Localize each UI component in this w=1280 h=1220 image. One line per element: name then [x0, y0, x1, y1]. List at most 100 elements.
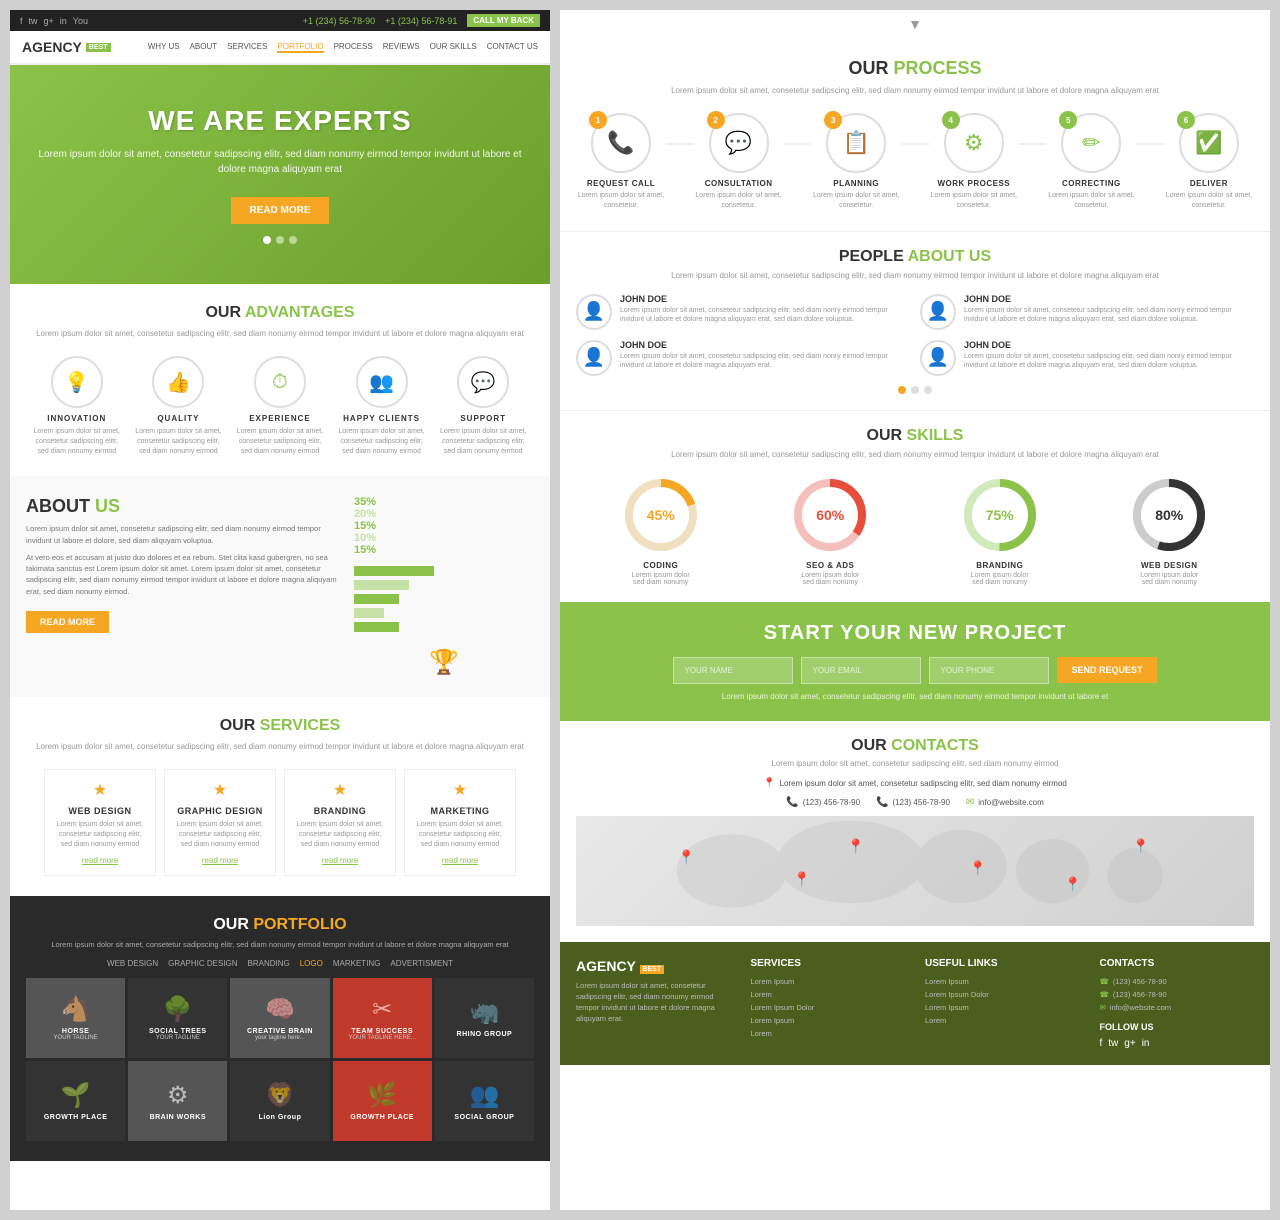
- webdesign-circle: 80%: [1129, 475, 1209, 555]
- creative-brain-label: CREATIVE BRAIN: [247, 1028, 313, 1035]
- phone-input[interactable]: [929, 657, 1049, 684]
- nav-contact[interactable]: CONTACT US: [487, 42, 538, 53]
- social-trees-icon: 🌳: [163, 995, 193, 1024]
- social-yt[interactable]: You: [73, 16, 88, 26]
- portfolio-item-creative-brain[interactable]: 🧠 CREATIVE BRAIN your tagline here...: [230, 978, 329, 1058]
- tab-web-design[interactable]: WEB DESIGN: [107, 959, 158, 968]
- marketing-link[interactable]: read more: [413, 856, 507, 865]
- nav-skills[interactable]: OUR SKILLS: [430, 42, 477, 53]
- step-connector-1: [666, 143, 694, 145]
- process-title: OUR PROCESS: [576, 58, 1254, 79]
- coding-desc: Lorem ipsum dolorsed diam nonumy: [621, 572, 701, 586]
- nav-links: WHY US ABOUT SERVICES PORTFOLIO PROCESS …: [148, 42, 538, 53]
- left-panel: f tw g+ in You +1 (234) 56-78-90 +1 (234…: [10, 10, 550, 1210]
- portfolio-item-lion-group[interactable]: 🦁 Lion Group: [230, 1061, 329, 1141]
- footer-useful-link-3[interactable]: Lorem Ipsum: [925, 1003, 1080, 1012]
- person-3-name: JOHN DOE: [620, 340, 910, 350]
- horse-label: HORSE: [62, 1028, 89, 1035]
- footer-social-in[interactable]: in: [1142, 1038, 1150, 1049]
- tab-advertisment[interactable]: ADVERTISMENT: [390, 959, 453, 968]
- footer-useful-link-4[interactable]: Lorem: [925, 1016, 1080, 1025]
- people-dot-1[interactable]: [898, 386, 906, 394]
- portfolio-item-brain-works[interactable]: ⚙ BRAIN WORKS: [128, 1061, 227, 1141]
- name-input[interactable]: [673, 657, 793, 684]
- nav-reviews[interactable]: REVIEWS: [383, 42, 420, 53]
- step-badge-3: 3: [824, 111, 842, 129]
- graphic-design-link[interactable]: read more: [173, 856, 267, 865]
- footer-social-fb[interactable]: f: [1100, 1038, 1103, 1049]
- step-label-1: REQUEST CALL: [576, 179, 666, 188]
- footer-useful-link-2[interactable]: Lorem Ipsum Dolor: [925, 990, 1080, 999]
- services-grid: ★ WEB DESIGN Lorem ipsum dolor sit amet,…: [26, 769, 534, 875]
- portfolio-item-social-group[interactable]: 👥 SOCIAL GROUP: [435, 1061, 534, 1141]
- step-circle-1: 1 📞: [591, 113, 651, 173]
- tab-branding[interactable]: BRANDING: [248, 959, 290, 968]
- portfolio-item-rhino-group[interactable]: 🦏 RHINO GROUP: [435, 978, 534, 1058]
- skills-grid: 45% CODING Lorem ipsum dolorsed diam non…: [576, 475, 1254, 586]
- email-input[interactable]: [801, 657, 921, 684]
- footer-logo-text: AGENCY: [576, 958, 636, 974]
- hero-dot-1[interactable]: [263, 236, 271, 244]
- follow-us-label: FOLLOW US: [1100, 1022, 1255, 1032]
- hero-dot-2[interactable]: [276, 236, 284, 244]
- tab-graphic-design[interactable]: GRAPHIC DESIGN: [168, 959, 237, 968]
- footer-useful-link-1[interactable]: Lorem Ipsum: [925, 977, 1080, 986]
- nav-services[interactable]: SERVICES: [227, 42, 267, 53]
- footer-email-icon: ✉: [1100, 1003, 1106, 1012]
- seo-desc: Lorem ipsum dolorsed diam nonumy: [790, 572, 870, 586]
- portfolio-item-growth-place[interactable]: 🌱 GROWTH PLACE: [26, 1061, 125, 1141]
- step-label-5: CORRECTING: [1046, 179, 1136, 188]
- phone2: +1 (234) 56-78-91: [385, 16, 457, 26]
- send-request-button[interactable]: SEND REQUEST: [1057, 657, 1156, 683]
- step-connector-2: [784, 143, 812, 145]
- horse-sub: YOUR TAGLINE: [54, 1035, 98, 1041]
- social-fb[interactable]: f: [20, 16, 23, 26]
- footer-service-link-4[interactable]: Lorem Ipsum: [751, 1016, 906, 1025]
- step-label-2: CONSULTATION: [694, 179, 784, 188]
- footer-service-link-3[interactable]: Lorem Ipsum Dolor: [751, 1003, 906, 1012]
- rhino-label: RHINO GROUP: [457, 1031, 513, 1038]
- nav-why-us[interactable]: WHY US: [148, 42, 180, 53]
- nav-process[interactable]: PROCESS: [334, 42, 373, 53]
- nav-about[interactable]: ABOUT: [190, 42, 218, 53]
- branding-star: ★: [293, 780, 387, 800]
- footer-service-link-5[interactable]: Lorem: [751, 1029, 906, 1038]
- footer-social-gp[interactable]: g+: [1124, 1038, 1135, 1049]
- portfolio-item-horse[interactable]: 🐴 HORSE YOUR TAGLINE: [26, 978, 125, 1058]
- lion-icon: 🦁: [265, 1081, 295, 1110]
- about-read-more-button[interactable]: READ MORE: [26, 611, 109, 633]
- person-1: 👤 JOHN DOE Lorem ipsum dolor sit amet, c…: [576, 294, 910, 330]
- contacts-info: 📍 Lorem ipsum dolor sit amet, consetetur…: [576, 778, 1254, 789]
- portfolio-item-social-trees[interactable]: 🌳 SOCIAL TREES YOUR TAGLINE: [128, 978, 227, 1058]
- coding-pct: 45%: [647, 507, 675, 523]
- hero-read-more-button[interactable]: READ MORE: [231, 197, 328, 224]
- footer-logo: AGENCY BEST: [576, 958, 731, 974]
- step-desc-1: Lorem ipsum dolor sit amet, consetetur.: [576, 191, 666, 211]
- clients-label: HAPPY CLIENTS: [337, 414, 427, 423]
- portfolio-grid: 🐴 HORSE YOUR TAGLINE 🌳 SOCIAL TREES YOUR…: [26, 978, 534, 1141]
- social-in[interactable]: in: [60, 16, 67, 26]
- portfolio-item-team-success[interactable]: ✂ TEAM SUCCESS YOUR TAGLINE HERE...: [333, 978, 432, 1058]
- social-gp[interactable]: g+: [44, 16, 54, 26]
- tab-marketing[interactable]: MARKETING: [333, 959, 381, 968]
- nav-portfolio[interactable]: PORTFOLIO: [277, 42, 323, 53]
- footer-social-icons: f tw g+ in: [1100, 1038, 1255, 1049]
- portfolio-item-growth-place-2[interactable]: 🌿 GROWTH PLACE: [333, 1061, 432, 1141]
- branding-link[interactable]: read more: [293, 856, 387, 865]
- social-tw[interactable]: tw: [29, 16, 38, 26]
- web-design-link[interactable]: read more: [53, 856, 147, 865]
- tab-logo[interactable]: LOGO: [300, 959, 323, 968]
- footer-service-link-1[interactable]: Lorem Ipsum: [751, 977, 906, 986]
- footer-social-tw[interactable]: tw: [1108, 1038, 1118, 1049]
- people-dot-3[interactable]: [924, 386, 932, 394]
- footer-service-link-2[interactable]: Lorem: [751, 990, 906, 999]
- world-map-svg: [576, 816, 1254, 926]
- contacts-subtitle: Lorem ipsum dolor sit amet, consetetur s…: [576, 759, 1254, 768]
- experience-desc: Lorem ipsum dolor sit amet, consetetur s…: [235, 427, 325, 456]
- call-back-button[interactable]: CALL MY BACK: [467, 14, 540, 27]
- social-group-icon: 👥: [469, 1081, 499, 1110]
- graphic-design-title: GRAPHIC DESIGN: [173, 806, 267, 816]
- step-request-call: 1 📞 REQUEST CALL Lorem ipsum dolor sit a…: [576, 113, 666, 211]
- people-dot-2[interactable]: [911, 386, 919, 394]
- hero-dot-3[interactable]: [289, 236, 297, 244]
